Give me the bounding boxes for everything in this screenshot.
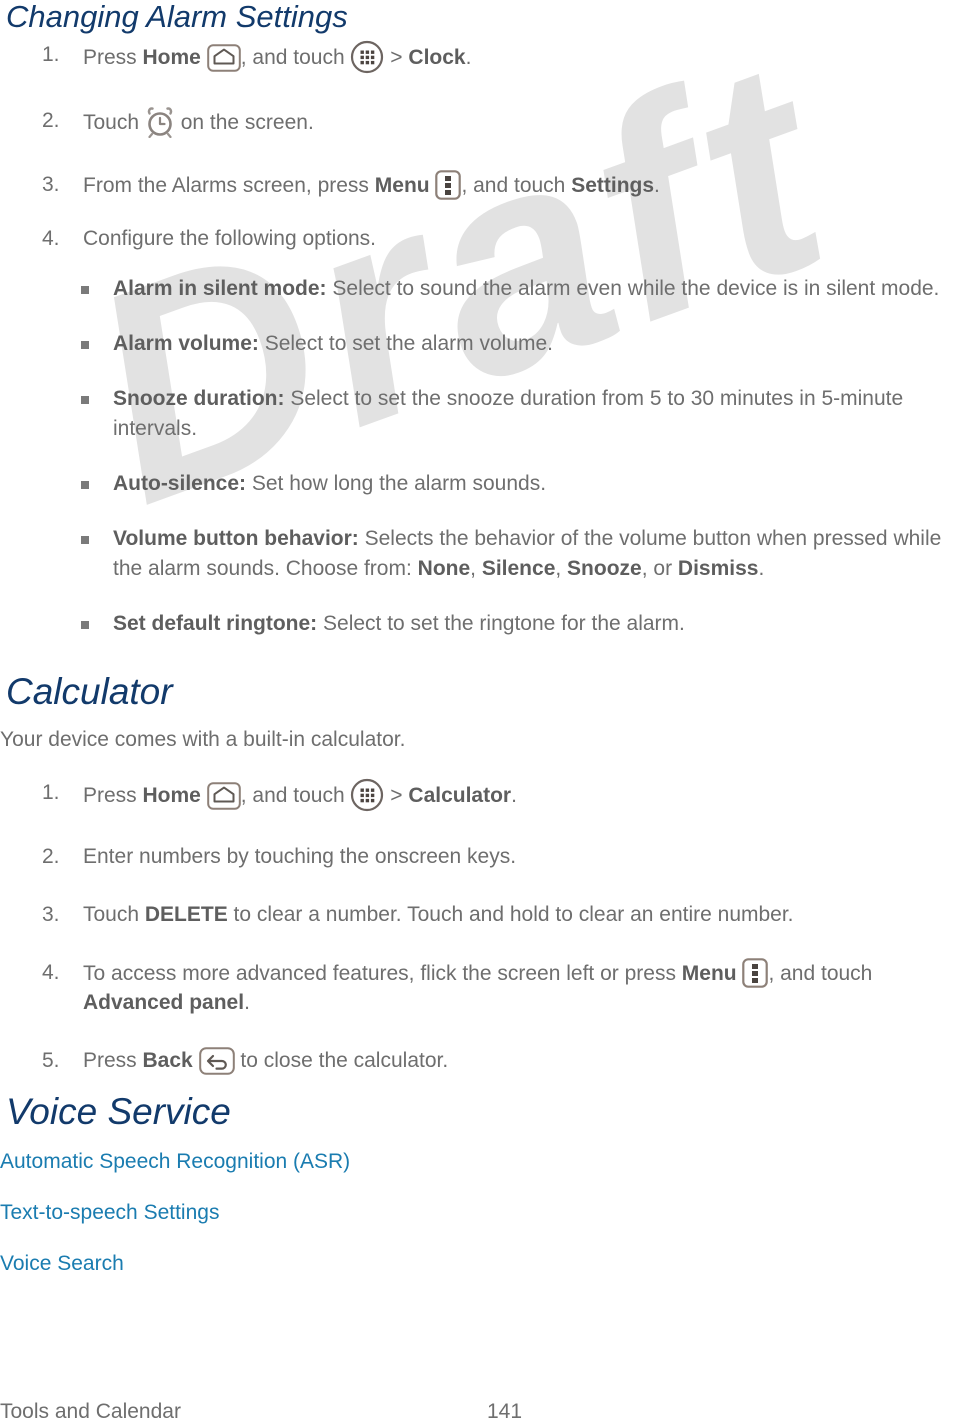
option-item: Alarm in silent mode: Select to sound th… xyxy=(0,274,965,304)
step-text: Touch on the screen. xyxy=(83,107,314,138)
heading-changing-alarm-settings: Changing Alarm Settings xyxy=(6,0,348,34)
step-text: To access more advanced features, flick … xyxy=(83,958,872,1014)
heading-calculator: Calculator xyxy=(6,671,173,712)
voice-service-link[interactable]: Text-to-speech Settings xyxy=(0,1199,700,1227)
step-number: 4. xyxy=(42,227,60,250)
bullet-square-icon xyxy=(81,481,89,489)
back-icon xyxy=(198,1047,235,1075)
step-text: From the Alarms screen, press Menu , and… xyxy=(83,170,660,200)
emphasis-text: Home xyxy=(142,46,201,69)
step-text: Touch DELETE to clear a number. Touch an… xyxy=(83,903,794,926)
footer-page-number: 141 xyxy=(487,1400,523,1423)
option-text: Alarm in silent mode: Select to sound th… xyxy=(113,277,940,300)
emphasis-text: DELETE xyxy=(144,903,228,926)
option-item: Snooze duration: Select to set the snooz… xyxy=(0,384,965,444)
step-item: 5. Press Back to close the calculator. xyxy=(0,1046,965,1075)
step-number: 5. xyxy=(42,1049,60,1072)
step-item: 4. Configure the following options. xyxy=(0,224,960,253)
step-text: Enter numbers by touching the onscreen k… xyxy=(83,845,517,868)
home-icon xyxy=(206,44,241,72)
voice-service-link[interactable]: Automatic Speech Recognition (ASR) xyxy=(0,1148,700,1176)
option-term: Snooze duration: xyxy=(113,387,285,410)
bullet-square-icon xyxy=(81,621,89,629)
option-term: Volume button behavior: xyxy=(113,527,359,550)
option-term: Alarm in silent mode: xyxy=(113,277,327,300)
step-number: 3. xyxy=(42,903,60,926)
step-item: 4. To access more advanced features, flic… xyxy=(0,958,965,1017)
option-text: Alarm volume: Select to set the alarm vo… xyxy=(113,332,554,355)
option-term: Alarm volume: xyxy=(113,332,259,355)
option-text: Set default ringtone: Select to set the … xyxy=(113,612,685,635)
document-page: Changing Alarm Settings 1. Press Home , a… xyxy=(0,0,974,1423)
option-text: Volume button behavior: Selects the beha… xyxy=(113,527,942,580)
step-number: 3. xyxy=(42,173,60,196)
emphasis-text: Back xyxy=(142,1049,193,1072)
step-item: 2. Touch on the screen. xyxy=(0,106,960,138)
option-text: Auto-silence: Set how long the alarm sou… xyxy=(113,472,547,495)
emphasis-text: Dismiss xyxy=(677,557,759,580)
step-text: Press Home , and touch > Clock. xyxy=(83,40,471,74)
calculator-step-list: 1. Press Home , and touch > Calculator. 2.… xyxy=(0,778,965,1075)
calculator-intro-text: Your device comes with a built-in calcul… xyxy=(0,728,406,751)
menu-icon xyxy=(742,958,769,988)
voice-service-link-list: Automatic Speech Recognition (ASR) Text-t… xyxy=(0,1148,700,1301)
emphasis-text: Settings xyxy=(571,174,655,197)
step-item: 1. Press Home , and touch > Clock. xyxy=(0,40,960,74)
option-item: Auto-silence: Set how long the alarm sou… xyxy=(0,469,965,499)
step-number: 2. xyxy=(42,845,60,868)
step-number: 1. xyxy=(42,781,60,804)
alarm-settings-option-list: Alarm in silent mode: Select to sound th… xyxy=(0,274,965,664)
bullet-square-icon xyxy=(81,396,89,404)
emphasis-text: None xyxy=(417,557,471,580)
step-text: Press Home , and touch > Calculator. xyxy=(83,778,517,812)
step-text: Press Back to close the calculator. xyxy=(83,1047,448,1075)
option-item: Alarm volume: Select to set the alarm vo… xyxy=(0,329,965,359)
step-item: 2. Enter numbers by touching the onscreen… xyxy=(0,842,965,871)
menu-icon xyxy=(435,170,462,200)
step-number: 2. xyxy=(42,109,60,132)
apps-icon xyxy=(350,40,384,74)
emphasis-text: Menu xyxy=(681,962,737,985)
step-text: Configure the following options. xyxy=(83,227,377,250)
option-term: Auto-silence: xyxy=(113,472,247,495)
step-item: 3. From the Alarms screen, press Menu , a… xyxy=(0,170,960,200)
emphasis-text: Calculator xyxy=(408,784,512,807)
footer-section-label: Tools and Calendar xyxy=(0,1400,181,1423)
emphasis-text: Home xyxy=(142,784,201,807)
step-item: 1. Press Home , and touch > Calculator. xyxy=(0,778,965,812)
emphasis-text: Clock xyxy=(408,46,466,69)
bullet-square-icon xyxy=(81,286,89,294)
step-item: 3. Touch DELETE to clear a number. Touch … xyxy=(0,900,965,929)
bullet-square-icon xyxy=(81,536,89,544)
emphasis-text: Silence xyxy=(481,557,556,580)
bullet-square-icon xyxy=(81,341,89,349)
apps-icon xyxy=(350,778,384,812)
emphasis-text: Advanced panel xyxy=(83,991,245,1014)
emphasis-text: Snooze xyxy=(567,557,642,580)
alarm-settings-step-list: 1. Press Home , and touch > Clock. 2. Touch… xyxy=(0,40,960,253)
option-text: Snooze duration: Select to set the snooz… xyxy=(113,387,904,440)
step-number: 4. xyxy=(42,961,60,984)
home-icon xyxy=(206,782,241,810)
heading-voice-service: Voice Service xyxy=(6,1091,231,1132)
emphasis-text: Menu xyxy=(374,174,430,197)
voice-service-link[interactable]: Voice Search xyxy=(0,1250,700,1278)
step-number: 1. xyxy=(42,43,60,66)
option-item: Volume button behavior: Selects the beha… xyxy=(0,524,965,584)
option-term: Set default ringtone: xyxy=(113,612,318,635)
option-item: Set default ringtone: Select to set the … xyxy=(0,609,965,639)
alarm-clock-icon xyxy=(145,106,175,138)
